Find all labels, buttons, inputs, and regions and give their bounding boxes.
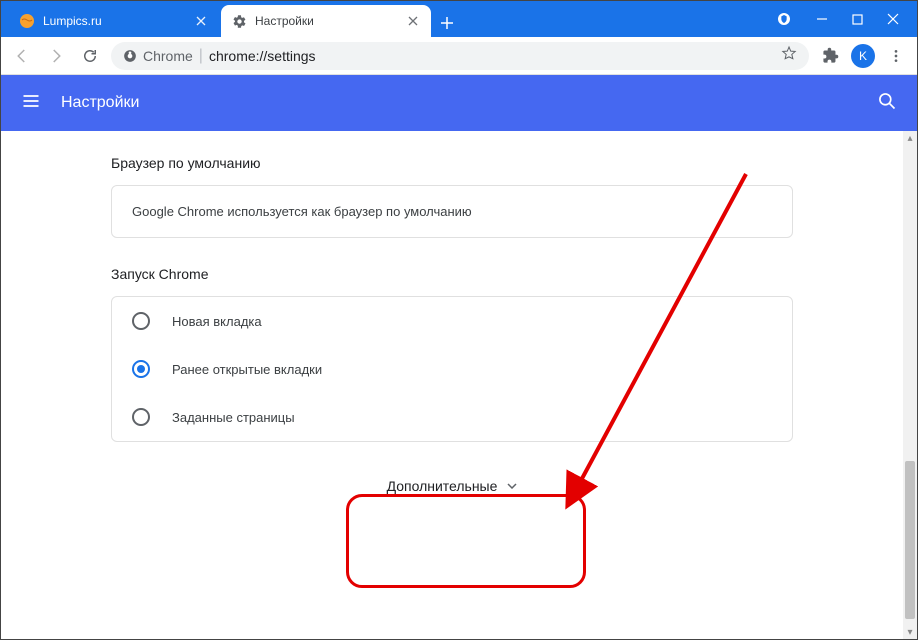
bookmark-icon[interactable] bbox=[781, 45, 797, 66]
tabs-container: Lumpics.ru Настройки bbox=[1, 1, 758, 37]
close-icon[interactable] bbox=[405, 13, 421, 29]
startup-card: Новая вкладка Ранее открытые вкладки Зад… bbox=[111, 296, 793, 442]
close-window-button[interactable] bbox=[887, 13, 899, 25]
radio-label: Заданные страницы bbox=[172, 410, 295, 425]
forward-button[interactable] bbox=[43, 43, 69, 69]
browser-toolbar: Chrome | chrome://settings K bbox=[1, 37, 917, 75]
hamburger-icon[interactable] bbox=[21, 91, 41, 116]
tab-lumpics[interactable]: Lumpics.ru bbox=[9, 5, 219, 37]
back-button[interactable] bbox=[9, 43, 35, 69]
menu-icon[interactable] bbox=[883, 43, 909, 69]
advanced-label: Дополнительные bbox=[387, 478, 498, 494]
maximize-button[interactable] bbox=[852, 14, 863, 25]
address-bar[interactable]: Chrome | chrome://settings bbox=[111, 42, 809, 70]
shield-icon[interactable] bbox=[776, 11, 792, 27]
search-icon[interactable] bbox=[877, 91, 897, 116]
reload-button[interactable] bbox=[77, 43, 103, 69]
scroll-up-icon[interactable]: ▴ bbox=[903, 131, 917, 145]
radio-icon bbox=[132, 360, 150, 378]
scroll-thumb[interactable] bbox=[905, 461, 915, 619]
site-info[interactable]: Chrome bbox=[123, 48, 193, 64]
startup-option-continue[interactable]: Ранее открытые вкладки bbox=[112, 345, 792, 393]
radio-icon bbox=[132, 312, 150, 330]
radio-label: Новая вкладка bbox=[172, 314, 262, 329]
scrollbar[interactable]: ▴ ▾ bbox=[903, 131, 917, 639]
secure-label: Chrome bbox=[143, 48, 193, 64]
radio-label: Ранее открытые вкладки bbox=[172, 362, 322, 377]
favicon-lumpics bbox=[19, 13, 35, 29]
section-title-default-browser: Браузер по умолчанию bbox=[111, 155, 793, 171]
new-tab-button[interactable] bbox=[433, 9, 461, 37]
tab-title: Настройки bbox=[255, 14, 405, 28]
chevron-down-icon bbox=[507, 483, 517, 489]
tab-settings[interactable]: Настройки bbox=[221, 5, 431, 37]
page-title: Настройки bbox=[61, 94, 139, 112]
extensions-icon[interactable] bbox=[817, 43, 843, 69]
gear-icon bbox=[231, 13, 247, 29]
default-browser-card: Google Chrome используется как браузер п… bbox=[111, 185, 793, 238]
minimize-button[interactable] bbox=[816, 13, 828, 25]
default-browser-text: Google Chrome используется как браузер п… bbox=[112, 186, 792, 237]
advanced-toggle[interactable]: Дополнительные bbox=[379, 470, 526, 502]
titlebar: Lumpics.ru Настройки bbox=[1, 1, 917, 37]
settings-header: Настройки bbox=[1, 75, 917, 131]
startup-option-new-tab[interactable]: Новая вкладка bbox=[112, 297, 792, 345]
startup-option-specific[interactable]: Заданные страницы bbox=[112, 393, 792, 441]
settings-content: Браузер по умолчанию Google Chrome испол… bbox=[1, 131, 903, 639]
section-title-startup: Запуск Chrome bbox=[111, 266, 793, 282]
radio-icon bbox=[132, 408, 150, 426]
user-avatar[interactable]: K bbox=[851, 44, 875, 68]
scroll-down-icon[interactable]: ▾ bbox=[903, 625, 917, 639]
window-controls bbox=[758, 11, 917, 27]
divider: | bbox=[199, 47, 203, 65]
close-icon[interactable] bbox=[193, 13, 209, 29]
tab-title: Lumpics.ru bbox=[43, 14, 193, 28]
url-text: chrome://settings bbox=[209, 48, 316, 64]
